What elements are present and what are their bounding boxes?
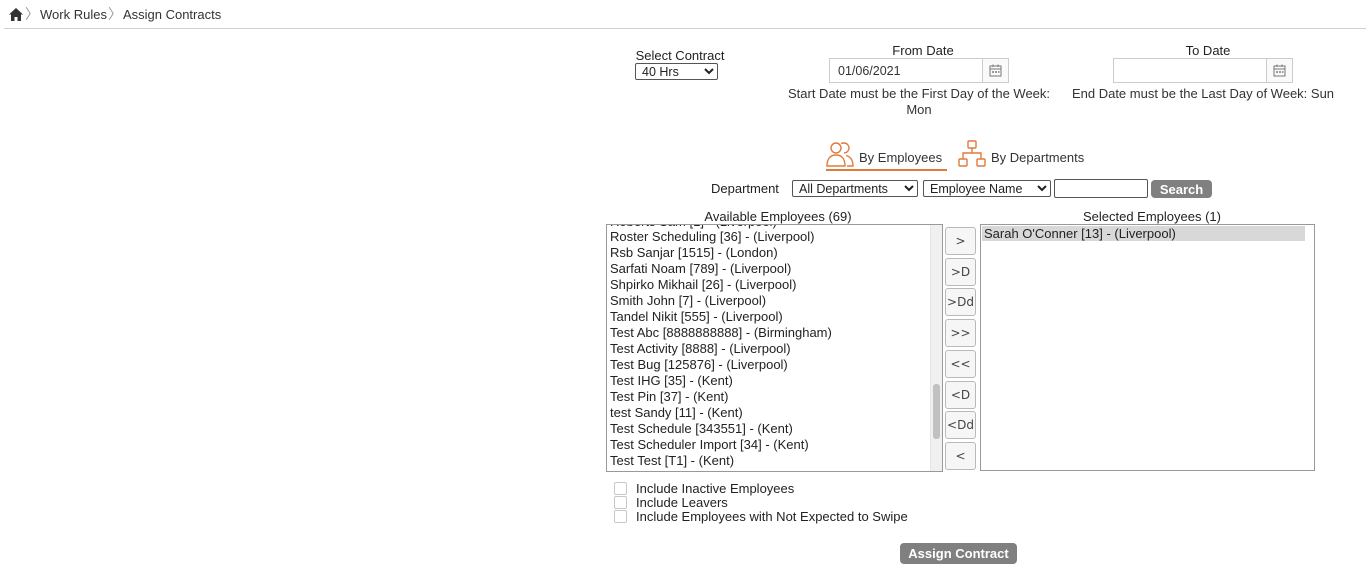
list-item[interactable]: Test Test [T1] - (Kent) [610,453,734,469]
select-contract-label: Select Contract [635,48,725,63]
list-item[interactable]: Test Scheduler Import [34] - (Kent) [610,437,809,453]
to-date-input[interactable] [1113,58,1267,83]
tab-by-employees[interactable]: By Employees [825,140,942,171]
scroll-thumb[interactable] [933,384,940,439]
list-item[interactable]: Tandel Nikit [555] - (Liverpool) [610,309,783,325]
list-item[interactable]: Shpirko Mikhail [26] - (Liverpool) [610,277,796,293]
list-item[interactable]: Sarah O'Conner [13] - (Liverpool) [982,226,1305,241]
include-not-expected-swipe-checkbox[interactable] [614,509,627,523]
add-department-deep-button[interactable]: >Dd [945,288,976,317]
include-leavers-option[interactable]: Include Leavers [614,494,728,510]
available-list-scrollbar[interactable] [930,225,942,471]
chevron-right-icon: 〉 [25,6,39,22]
list-item[interactable]: Test Activity [8888] - (Liverpool) [610,341,791,357]
department-select[interactable]: All Departments [792,180,918,197]
include-inactive-option[interactable]: Include Inactive Employees [614,480,795,496]
search-button[interactable]: Search [1151,180,1212,198]
list-item[interactable]: Rsb Sanjar [1515] - (London) [610,245,778,261]
active-tab-indicator [826,169,947,171]
list-item[interactable]: Test IHG [35] - (Kent) [610,373,733,389]
from-date-label: From Date [892,43,954,58]
department-label: Department [711,181,779,196]
list-item[interactable]: Smith John [7] - (Liverpool) [610,293,766,309]
breadcrumb-work-rules[interactable]: Work Rules [36,7,111,22]
include-inactive-label: Include Inactive Employees [636,480,795,496]
selected-employees-title: Selected Employees (1) [1082,209,1221,224]
list-item[interactable]: test Sandy [11] - (Kent) [610,405,743,421]
assign-contract-button[interactable]: Assign Contract [900,543,1017,564]
org-chart-icon [958,140,987,171]
calendar-icon[interactable] [983,58,1009,83]
remove-selected-button[interactable]: < [945,441,976,470]
include-not-expected-swipe-option[interactable]: Include Employees with Not Expected to S… [614,508,908,524]
contract-select[interactable]: 40 Hrs [635,63,718,80]
include-leavers-checkbox[interactable] [614,495,627,509]
remove-department-button[interactable]: <D [945,380,976,409]
add-all-button[interactable]: >> [945,319,976,348]
list-item[interactable]: Test Bug [125876] - (Liverpool) [610,357,788,373]
include-leavers-label: Include Leavers [636,494,728,510]
search-input[interactable] [1054,179,1148,198]
add-selected-button[interactable]: > [945,227,976,255]
breadcrumb: 〉 Work Rules 〉 Assign Contracts [4,0,1366,29]
from-date-input[interactable] [829,58,983,83]
from-date-hint: Start Date must be the First Day of the … [787,86,1051,117]
list-item[interactable]: Sarfati Noam [789] - (Liverpool) [610,261,791,277]
sort-by-select[interactable]: Employee Name [923,180,1051,197]
remove-all-button[interactable]: << [945,349,976,378]
list-item[interactable]: Test Abc [8888888888] - (Birmingham) [610,325,832,341]
remove-department-deep-button[interactable]: <Dd [945,411,976,440]
list-item[interactable]: Roster Scheduling [36] - (Liverpool) [610,229,815,245]
available-employees-list[interactable]: Roberts Sam [1] - (Liverpool) Roster Sch… [606,224,943,472]
tab-by-departments-label: By Departments [991,150,1085,165]
include-inactive-checkbox[interactable] [614,481,627,495]
tab-by-departments[interactable]: By Departments [958,140,1084,171]
list-item[interactable]: Test Pin [37] - (Kent) [610,389,729,405]
calendar-icon[interactable] [1267,58,1293,83]
selected-employees-list[interactable]: Sarah O'Conner [13] - (Liverpool) [980,224,1315,471]
to-date-label: To Date [1185,43,1231,58]
include-not-expected-swipe-label: Include Employees with Not Expected to S… [636,508,908,524]
chevron-right-icon: 〉 [107,6,122,22]
available-employees-title: Available Employees (69) [704,209,852,224]
list-item[interactable]: Test Schedule [343551] - (Kent) [610,421,793,437]
add-department-button[interactable]: >D [945,257,976,286]
tab-by-employees-label: By Employees [859,150,943,165]
breadcrumb-assign-contracts: Assign Contracts [122,6,222,22]
to-date-hint: End Date must be the Last Day of Week: S… [1071,86,1335,101]
users-icon [825,140,855,171]
